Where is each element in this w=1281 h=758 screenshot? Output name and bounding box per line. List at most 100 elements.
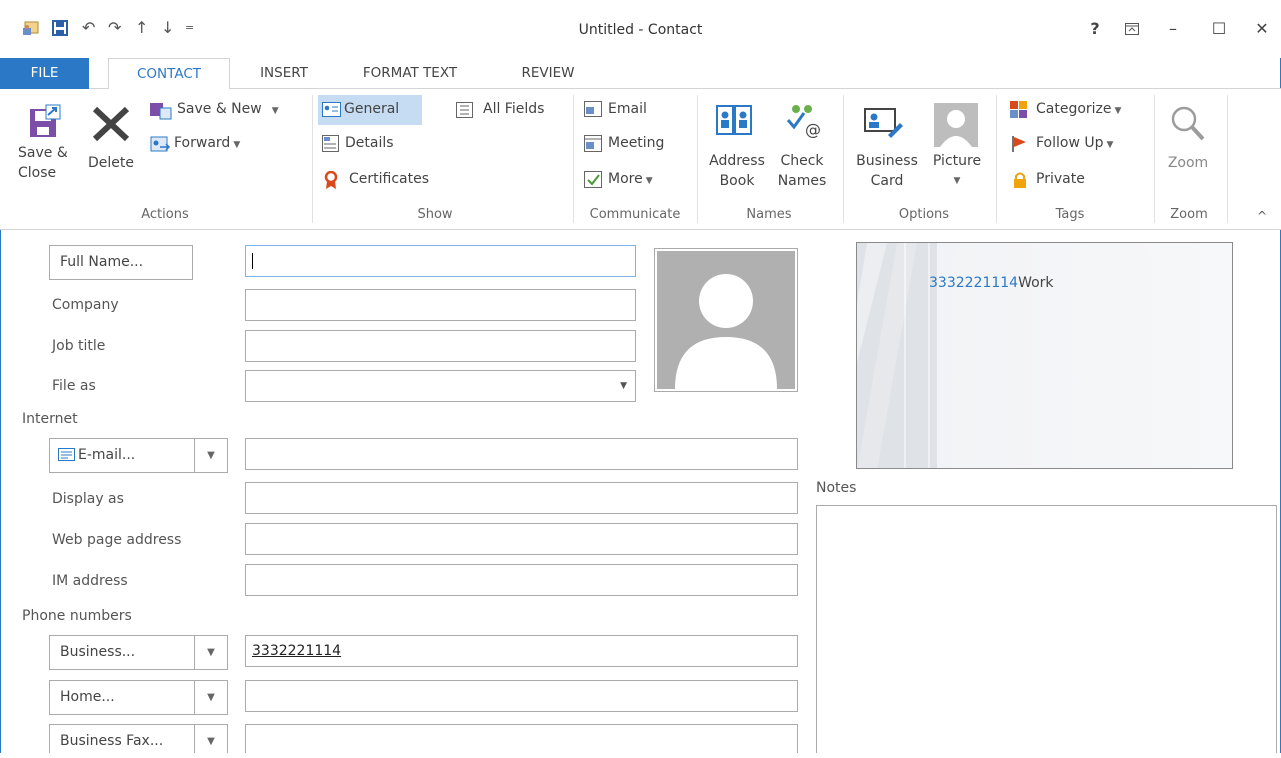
separator xyxy=(1227,95,1228,223)
follow-up-flag-icon xyxy=(1012,136,1026,152)
tab-format-text[interactable]: FORMAT TEXT xyxy=(350,58,470,89)
certificates-label: Certificates xyxy=(349,171,430,187)
magnifier-icon xyxy=(1171,106,1205,141)
tab-file[interactable]: FILE xyxy=(0,58,89,89)
contact-picture[interactable] xyxy=(654,248,798,392)
all-fields-label: All Fields xyxy=(483,101,545,117)
separator xyxy=(573,95,574,223)
picture-button[interactable]: Picture ▼ xyxy=(928,99,990,203)
meeting-label: Meeting xyxy=(608,135,665,151)
zoom-button[interactable]: Zoom xyxy=(1160,99,1218,203)
general-button[interactable]: General xyxy=(318,95,422,125)
business-phone-input[interactable]: 3332221114 xyxy=(245,635,798,667)
notes-textarea[interactable] xyxy=(816,505,1277,753)
company-input[interactable] xyxy=(245,289,636,321)
save-close-button[interactable]: Save & Close xyxy=(18,99,70,199)
check-names-button[interactable]: @ Check Names xyxy=(774,99,834,203)
business-card-button[interactable]: Business Card xyxy=(850,99,925,203)
business-fax-button[interactable]: Business Fax... xyxy=(49,724,195,753)
tab-contact[interactable]: CONTACT xyxy=(108,58,230,90)
im-address-input[interactable] xyxy=(245,564,798,596)
separator xyxy=(1154,95,1155,223)
business-card-preview[interactable]: 3332221114Work xyxy=(856,242,1233,469)
card-phone-type: Work xyxy=(1018,275,1054,291)
meeting-icon xyxy=(584,135,602,152)
group-label-options: Options xyxy=(898,207,950,222)
minimize-button[interactable]: – xyxy=(1158,16,1188,42)
email-button-label: E-mail... xyxy=(78,447,136,463)
check-names-icon: @ xyxy=(786,105,821,139)
home-phone-button[interactable]: Home... xyxy=(49,680,195,715)
home-phone-dropdown[interactable]: ▼ xyxy=(194,680,228,715)
ribbon-tabs: FILE CONTACT INSERT FORMAT TEXT REVIEW xyxy=(0,58,1281,90)
save-close-label-2: Close xyxy=(18,165,57,181)
maximize-button[interactable]: ☐ xyxy=(1204,16,1234,42)
ribbon: Save & Close Delete Save & New ▼ Forward ▼… xyxy=(0,89,1281,230)
internet-section-label: Internet xyxy=(22,411,78,427)
web-page-address-input[interactable] xyxy=(245,523,798,555)
business-phone-button[interactable]: Business... xyxy=(49,635,195,670)
business-phone-dropdown[interactable]: ▼ xyxy=(194,635,228,670)
more-label: More xyxy=(608,171,643,187)
full-name-input[interactable] xyxy=(245,245,636,277)
display-as-label: Display as xyxy=(52,491,124,507)
group-label-communicate: Communicate xyxy=(589,207,681,222)
details-icon xyxy=(322,135,339,152)
general-label: General xyxy=(344,101,400,117)
tab-review[interactable]: REVIEW xyxy=(508,58,588,89)
save-close-label-1: Save & xyxy=(18,145,68,161)
svg-text:@: @ xyxy=(805,120,821,139)
business-card-icon xyxy=(864,108,903,138)
categorize-label: Categorize xyxy=(1036,101,1112,117)
categorize-icon xyxy=(1010,101,1027,118)
email-select-button[interactable]: E-mail... xyxy=(49,438,195,473)
text-cursor xyxy=(252,253,253,269)
notes-label: Notes xyxy=(816,480,857,496)
file-as-label: File as xyxy=(52,378,96,394)
save-new-label: Save & New xyxy=(177,101,262,117)
picture-dropdown-icon: ▼ xyxy=(953,176,961,186)
business-fax-dropdown[interactable]: ▼ xyxy=(194,724,228,753)
ribbon-display-options-button[interactable] xyxy=(1117,16,1147,42)
more-icon xyxy=(584,171,602,188)
close-button[interactable]: ✕ xyxy=(1247,16,1277,42)
email-type-dropdown[interactable]: ▼ xyxy=(194,438,228,473)
group-label-names: Names xyxy=(746,207,792,222)
delete-button[interactable]: Delete xyxy=(86,99,140,179)
general-icon xyxy=(322,102,341,117)
group-label-show: Show xyxy=(417,207,453,222)
contact-placeholder-icon xyxy=(657,251,795,389)
full-name-button[interactable]: Full Name... xyxy=(49,245,193,280)
check-names-label-1: Check xyxy=(780,153,824,169)
separator xyxy=(843,95,844,223)
address-book-icon xyxy=(716,105,752,135)
delete-x-icon xyxy=(92,107,130,141)
group-label-zoom: Zoom xyxy=(1170,207,1208,222)
email-icon xyxy=(584,101,602,117)
all-fields-icon xyxy=(456,102,473,118)
picture-label: Picture xyxy=(932,153,982,169)
file-as-select[interactable]: ▼ xyxy=(245,370,636,402)
separator xyxy=(312,95,313,223)
job-title-input[interactable] xyxy=(245,330,636,362)
check-names-label-2: Names xyxy=(777,173,827,189)
home-phone-input[interactable] xyxy=(245,680,798,712)
collapse-ribbon-icon[interactable]: ^ xyxy=(1257,209,1267,223)
address-book-button[interactable]: Address Book xyxy=(704,99,774,203)
business-phone-value: 3332221114 xyxy=(252,643,342,659)
separator xyxy=(697,95,698,223)
zoom-label: Zoom xyxy=(1167,155,1209,171)
delete-label: Delete xyxy=(88,155,134,171)
email-card-icon xyxy=(58,448,75,461)
im-address-label: IM address xyxy=(52,573,128,589)
save-new-icon xyxy=(150,103,172,120)
title-bar: ↶ ↷ ↑ ↓ = Untitled - Contact ? – ☐ ✕ xyxy=(0,0,1281,58)
tab-insert[interactable]: INSERT xyxy=(245,58,323,89)
email-input[interactable] xyxy=(245,438,798,470)
certificate-ribbon-icon xyxy=(324,171,338,189)
company-label: Company xyxy=(52,297,119,313)
help-button[interactable]: ? xyxy=(1080,16,1110,42)
display-as-input[interactable] xyxy=(245,482,798,514)
business-fax-input[interactable] xyxy=(245,724,798,753)
email-label: Email xyxy=(608,101,647,117)
